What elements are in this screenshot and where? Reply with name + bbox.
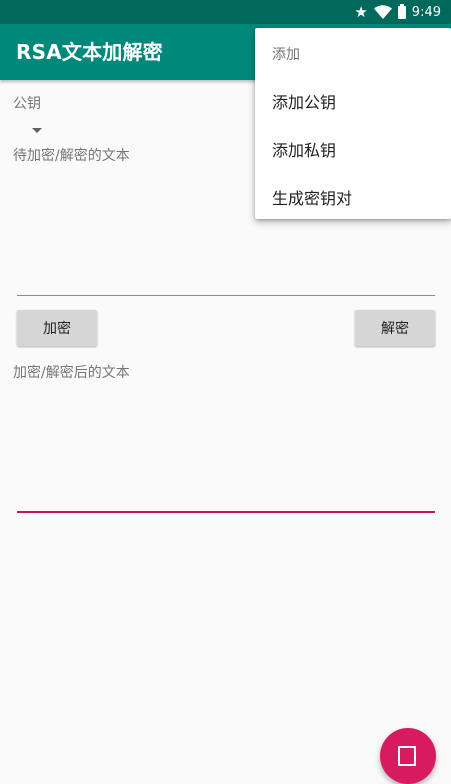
menu-item-generate-key-pair[interactable]: 生成密钥对	[255, 175, 451, 223]
wifi-icon	[373, 5, 392, 19]
menu-item-add-private-key[interactable]: 添加私钥	[255, 127, 451, 175]
menu-item-add-public-key[interactable]: 添加公钥	[255, 79, 451, 127]
fab-button[interactable]	[380, 728, 436, 784]
status-bar: ★ 9:49	[0, 0, 451, 24]
encrypt-button-label: 加密	[43, 321, 71, 337]
copy-icon	[398, 746, 416, 766]
battery-icon	[397, 3, 406, 19]
public-key-spinner[interactable]	[32, 128, 42, 133]
public-key-label: 公钥	[13, 96, 41, 112]
decrypt-button-label: 解密	[381, 321, 409, 337]
input-text-underline	[17, 295, 435, 296]
add-menu: 添加 添加公钥 添加私钥 生成密钥对	[255, 28, 451, 219]
status-time: 9:49	[411, 4, 441, 20]
decrypt-button[interactable]: 解密	[355, 310, 435, 346]
output-text-underline	[17, 511, 435, 513]
star-icon: ★	[354, 2, 368, 21]
encrypt-button[interactable]: 加密	[17, 310, 97, 346]
status-icons: ★ 9:49	[354, 3, 441, 21]
output-text-field[interactable]	[17, 358, 435, 512]
menu-header: 添加	[272, 47, 300, 63]
app-title: RSA文本加解密	[16, 40, 163, 64]
